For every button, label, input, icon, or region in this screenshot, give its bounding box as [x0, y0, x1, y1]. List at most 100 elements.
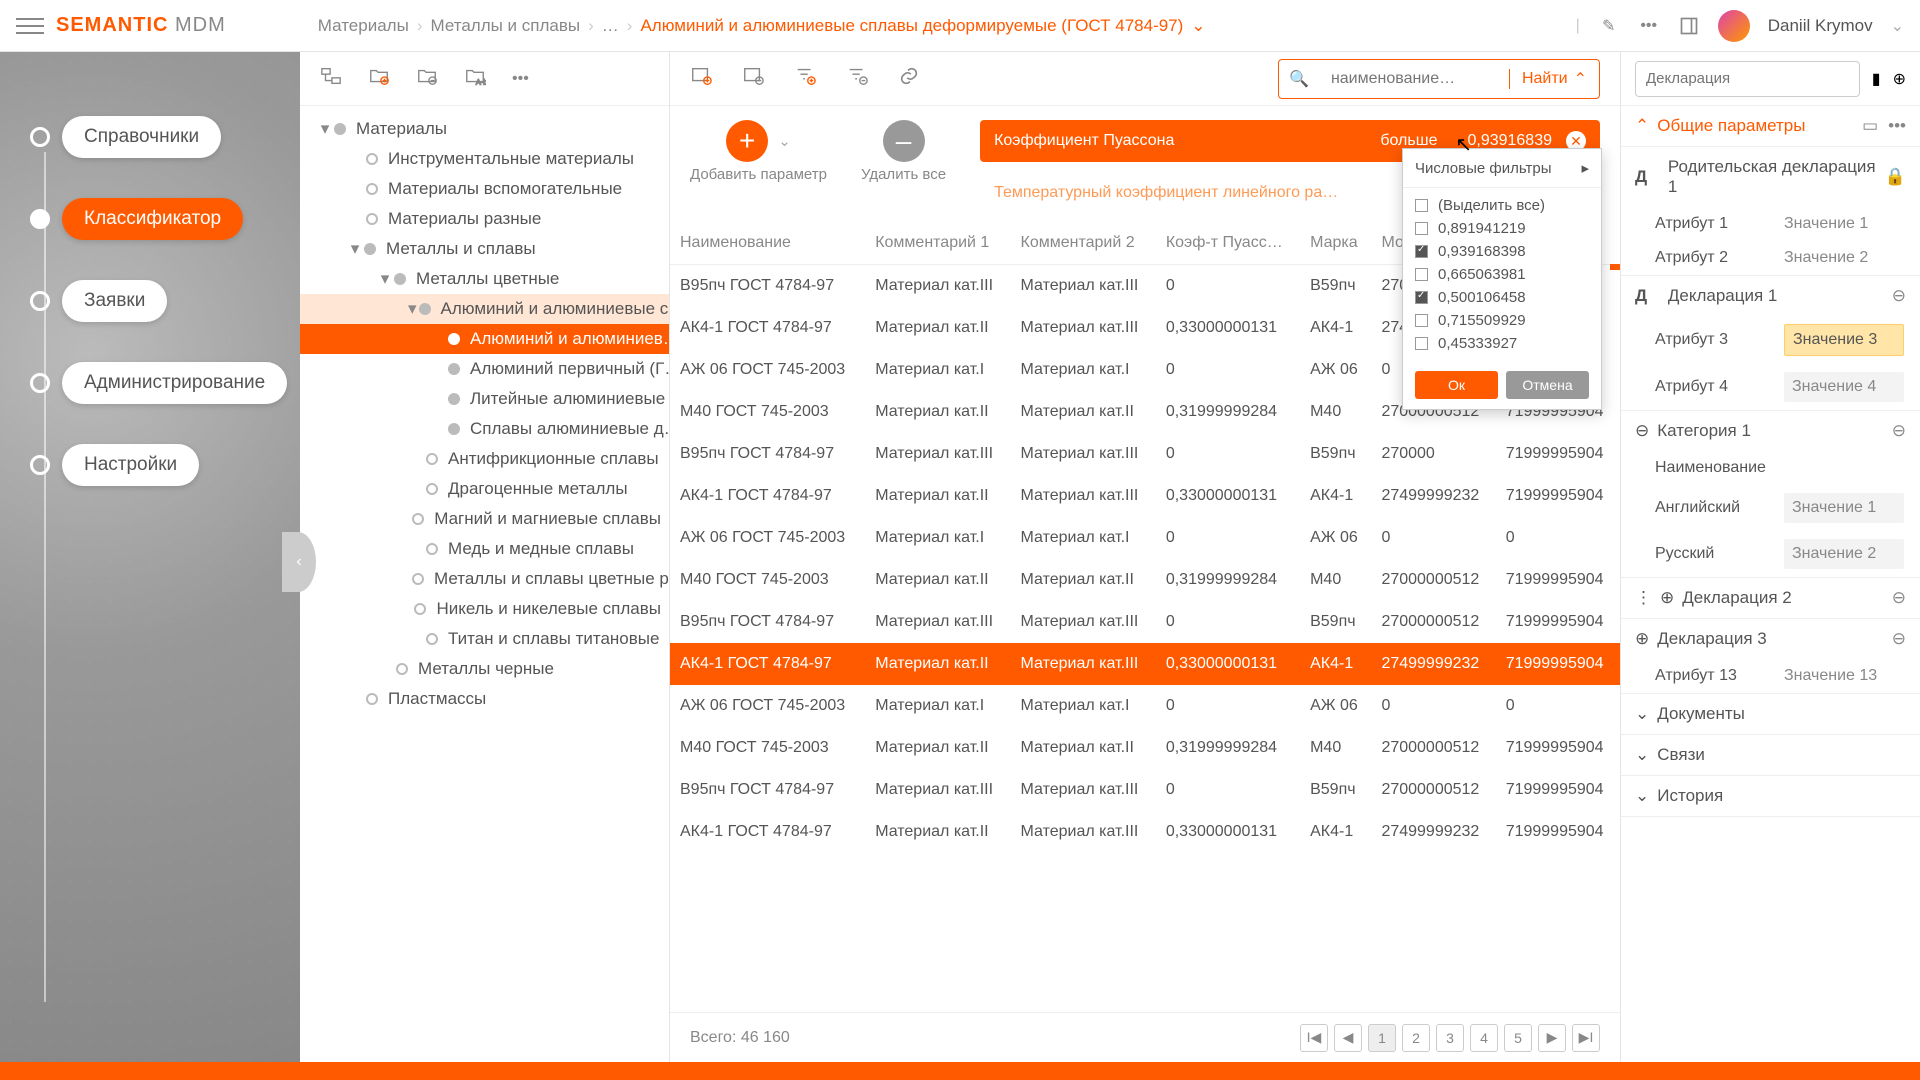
- window-add-icon[interactable]: [690, 65, 712, 92]
- tree-row[interactable]: Сплавы алюминиевые д…: [300, 414, 669, 444]
- link-icon[interactable]: [898, 65, 920, 92]
- remove-icon[interactable]: ⊖: [1892, 588, 1906, 607]
- table-row[interactable]: М40 ГОСТ 745-2003Материал кат.IIМатериал…: [670, 559, 1620, 601]
- column-header[interactable]: Коэф-т Пуасс…: [1156, 222, 1300, 265]
- tree-row[interactable]: Инструментальные материалы: [300, 144, 669, 174]
- breadcrumb-item[interactable]: Металлы и сплавы: [430, 16, 580, 36]
- tree-row[interactable]: Никель и никелевые сплавы: [300, 594, 669, 624]
- column-header[interactable]: Наименование: [670, 222, 865, 265]
- filter-remove-icon[interactable]: [846, 65, 868, 92]
- pager-page[interactable]: 3: [1436, 1024, 1464, 1052]
- filter-option[interactable]: 0,891941219: [1415, 217, 1589, 240]
- more-icon[interactable]: •••: [512, 70, 529, 88]
- section-general[interactable]: ⌃Общие параметры▭•••: [1621, 106, 1920, 146]
- tree-row[interactable]: ▾Металлы и сплавы: [300, 234, 669, 264]
- category-1[interactable]: ⊖Категория 1⊖: [1621, 411, 1920, 451]
- pager-page[interactable]: 1: [1368, 1024, 1396, 1052]
- avatar[interactable]: [1718, 10, 1750, 42]
- add-icon[interactable]: ⊕: [1893, 69, 1906, 89]
- folder-tree-icon[interactable]: [320, 65, 342, 92]
- table-row[interactable]: АК4-1 ГОСТ 4784-97Материал кат.IIМатериа…: [670, 643, 1620, 685]
- nav-item[interactable]: Настройки: [30, 444, 300, 486]
- pager-page[interactable]: 5: [1504, 1024, 1532, 1052]
- search-input[interactable]: [1319, 70, 1509, 88]
- tree-row[interactable]: Пластмассы: [300, 684, 669, 714]
- parent-declaration[interactable]: Д Родительская декларация 1🔒: [1621, 147, 1920, 207]
- filter-option[interactable]: 0,45333927: [1415, 332, 1589, 355]
- pager-page[interactable]: 4: [1470, 1024, 1498, 1052]
- table-row[interactable]: АЖ 06 ГОСТ 745-2003Материал кат.IМатериа…: [670, 685, 1620, 727]
- tree-row[interactable]: Материалы вспомогательные: [300, 174, 669, 204]
- delete-all-button[interactable]: – Удалить все: [861, 120, 946, 183]
- chevron-right-icon[interactable]: ▸: [1581, 159, 1589, 177]
- edit-icon[interactable]: ✎: [1598, 15, 1620, 37]
- nav-item[interactable]: Администрирование: [30, 362, 300, 404]
- window-remove-icon[interactable]: [742, 65, 764, 92]
- layout-icon[interactable]: [1678, 15, 1700, 37]
- pager-prev[interactable]: ◀: [1334, 1024, 1362, 1052]
- tree-row[interactable]: Материалы разные: [300, 204, 669, 234]
- folder-icon[interactable]: ▮: [1872, 69, 1881, 89]
- nav-item[interactable]: Заявки: [30, 280, 300, 322]
- breadcrumb-current[interactable]: Алюминий и алюминиевые сплавы деформируе…: [640, 16, 1183, 36]
- table-row[interactable]: В95пч ГОСТ 4784-97Материал кат.IIIМатери…: [670, 433, 1620, 475]
- tree-row[interactable]: Титан и сплавы титановые: [300, 624, 669, 654]
- ok-button[interactable]: Ок: [1415, 371, 1498, 399]
- declaration-3[interactable]: ⊕Декларация 3⊖: [1621, 619, 1920, 659]
- section-documents[interactable]: ⌄Документы: [1621, 694, 1920, 734]
- column-header[interactable]: Комментарий 1: [865, 222, 1010, 265]
- folder-remove-icon[interactable]: [416, 65, 438, 92]
- remove-icon[interactable]: ⊖: [1892, 421, 1906, 440]
- filter-option[interactable]: 0,665063981: [1415, 263, 1589, 286]
- pager-prev[interactable]: I◀: [1300, 1024, 1328, 1052]
- table-row[interactable]: АК4-1 ГОСТ 4784-97Материал кат.IIМатериа…: [670, 475, 1620, 517]
- declaration-1[interactable]: Д Декларация 1⊖: [1621, 276, 1920, 316]
- chevron-down-icon[interactable]: ⌄: [1191, 16, 1205, 36]
- add-param-button[interactable]: +⌄ Добавить параметр: [690, 120, 827, 183]
- username[interactable]: Daniil Krymov: [1768, 16, 1873, 36]
- table-row[interactable]: АК4-1 ГОСТ 4784-97Материал кат.IIМатериа…: [670, 811, 1620, 853]
- pager-page[interactable]: 2: [1402, 1024, 1430, 1052]
- column-header[interactable]: Марка: [1300, 222, 1371, 265]
- breadcrumb-item[interactable]: Материалы: [318, 16, 409, 36]
- tree-row[interactable]: Металлы и сплавы цветные ра…: [300, 564, 669, 594]
- tree-row[interactable]: ▾Материалы: [300, 114, 669, 144]
- table-row[interactable]: АЖ 06 ГОСТ 745-2003Материал кат.IМатериа…: [670, 517, 1620, 559]
- section-links[interactable]: ⌄Связи: [1621, 735, 1920, 775]
- folder-icon[interactable]: ▭: [1862, 116, 1878, 136]
- tree-row[interactable]: Алюминий и алюминиев…: [300, 324, 669, 354]
- declaration-2[interactable]: ⋮⊕Декларация 2⊖: [1621, 578, 1920, 618]
- table-row[interactable]: М40 ГОСТ 745-2003Материал кат.IIМатериал…: [670, 727, 1620, 769]
- filter-option[interactable]: 0,500106458: [1415, 286, 1589, 309]
- remove-icon[interactable]: ⊖: [1892, 629, 1906, 648]
- attr-row[interactable]: Атрибут 3Значение 3: [1621, 316, 1920, 364]
- chevron-down-icon[interactable]: ⌄: [1891, 16, 1904, 36]
- tree-row[interactable]: Металлы черные: [300, 654, 669, 684]
- table-row[interactable]: В95пч ГОСТ 4784-97Материал кат.IIIМатери…: [670, 601, 1620, 643]
- nav-item[interactable]: Классификатор: [30, 198, 300, 240]
- tree-row[interactable]: Драгоценные металлы: [300, 474, 669, 504]
- more-icon[interactable]: •••: [1888, 116, 1906, 136]
- folder-add-icon[interactable]: [368, 65, 390, 92]
- tree-row[interactable]: Алюминий первичный (Г…: [300, 354, 669, 384]
- filter-add-icon[interactable]: [794, 65, 816, 92]
- column-header[interactable]: Комментарий 2: [1011, 222, 1156, 265]
- declaration-search[interactable]: [1635, 61, 1860, 97]
- folder-sort-icon[interactable]: A-b: [464, 65, 486, 92]
- nav-item[interactable]: Справочники: [30, 116, 300, 158]
- tree-row[interactable]: Магний и магниевые сплавы: [300, 504, 669, 534]
- more-icon[interactable]: •••: [1638, 15, 1660, 37]
- breadcrumb-item[interactable]: …: [602, 16, 619, 36]
- pager-next[interactable]: ▶I: [1572, 1024, 1600, 1052]
- cancel-button[interactable]: Отмена: [1506, 371, 1589, 399]
- tree-row[interactable]: ▾Алюминий и алюминиевые сп…: [300, 294, 669, 324]
- pager-next[interactable]: ▶: [1538, 1024, 1566, 1052]
- filter-option[interactable]: (Выделить все): [1415, 194, 1589, 217]
- tree-row[interactable]: Антифрикционные сплавы: [300, 444, 669, 474]
- tree-row[interactable]: Медь и медные сплавы: [300, 534, 669, 564]
- table-row[interactable]: В95пч ГОСТ 4784-97Материал кат.IIIМатери…: [670, 769, 1620, 811]
- filter-option[interactable]: 0,715509929: [1415, 309, 1589, 332]
- tree-row[interactable]: Литейные алюминиевые …: [300, 384, 669, 414]
- filter-option[interactable]: 0,939168398: [1415, 240, 1589, 263]
- section-history[interactable]: ⌄История: [1621, 776, 1920, 816]
